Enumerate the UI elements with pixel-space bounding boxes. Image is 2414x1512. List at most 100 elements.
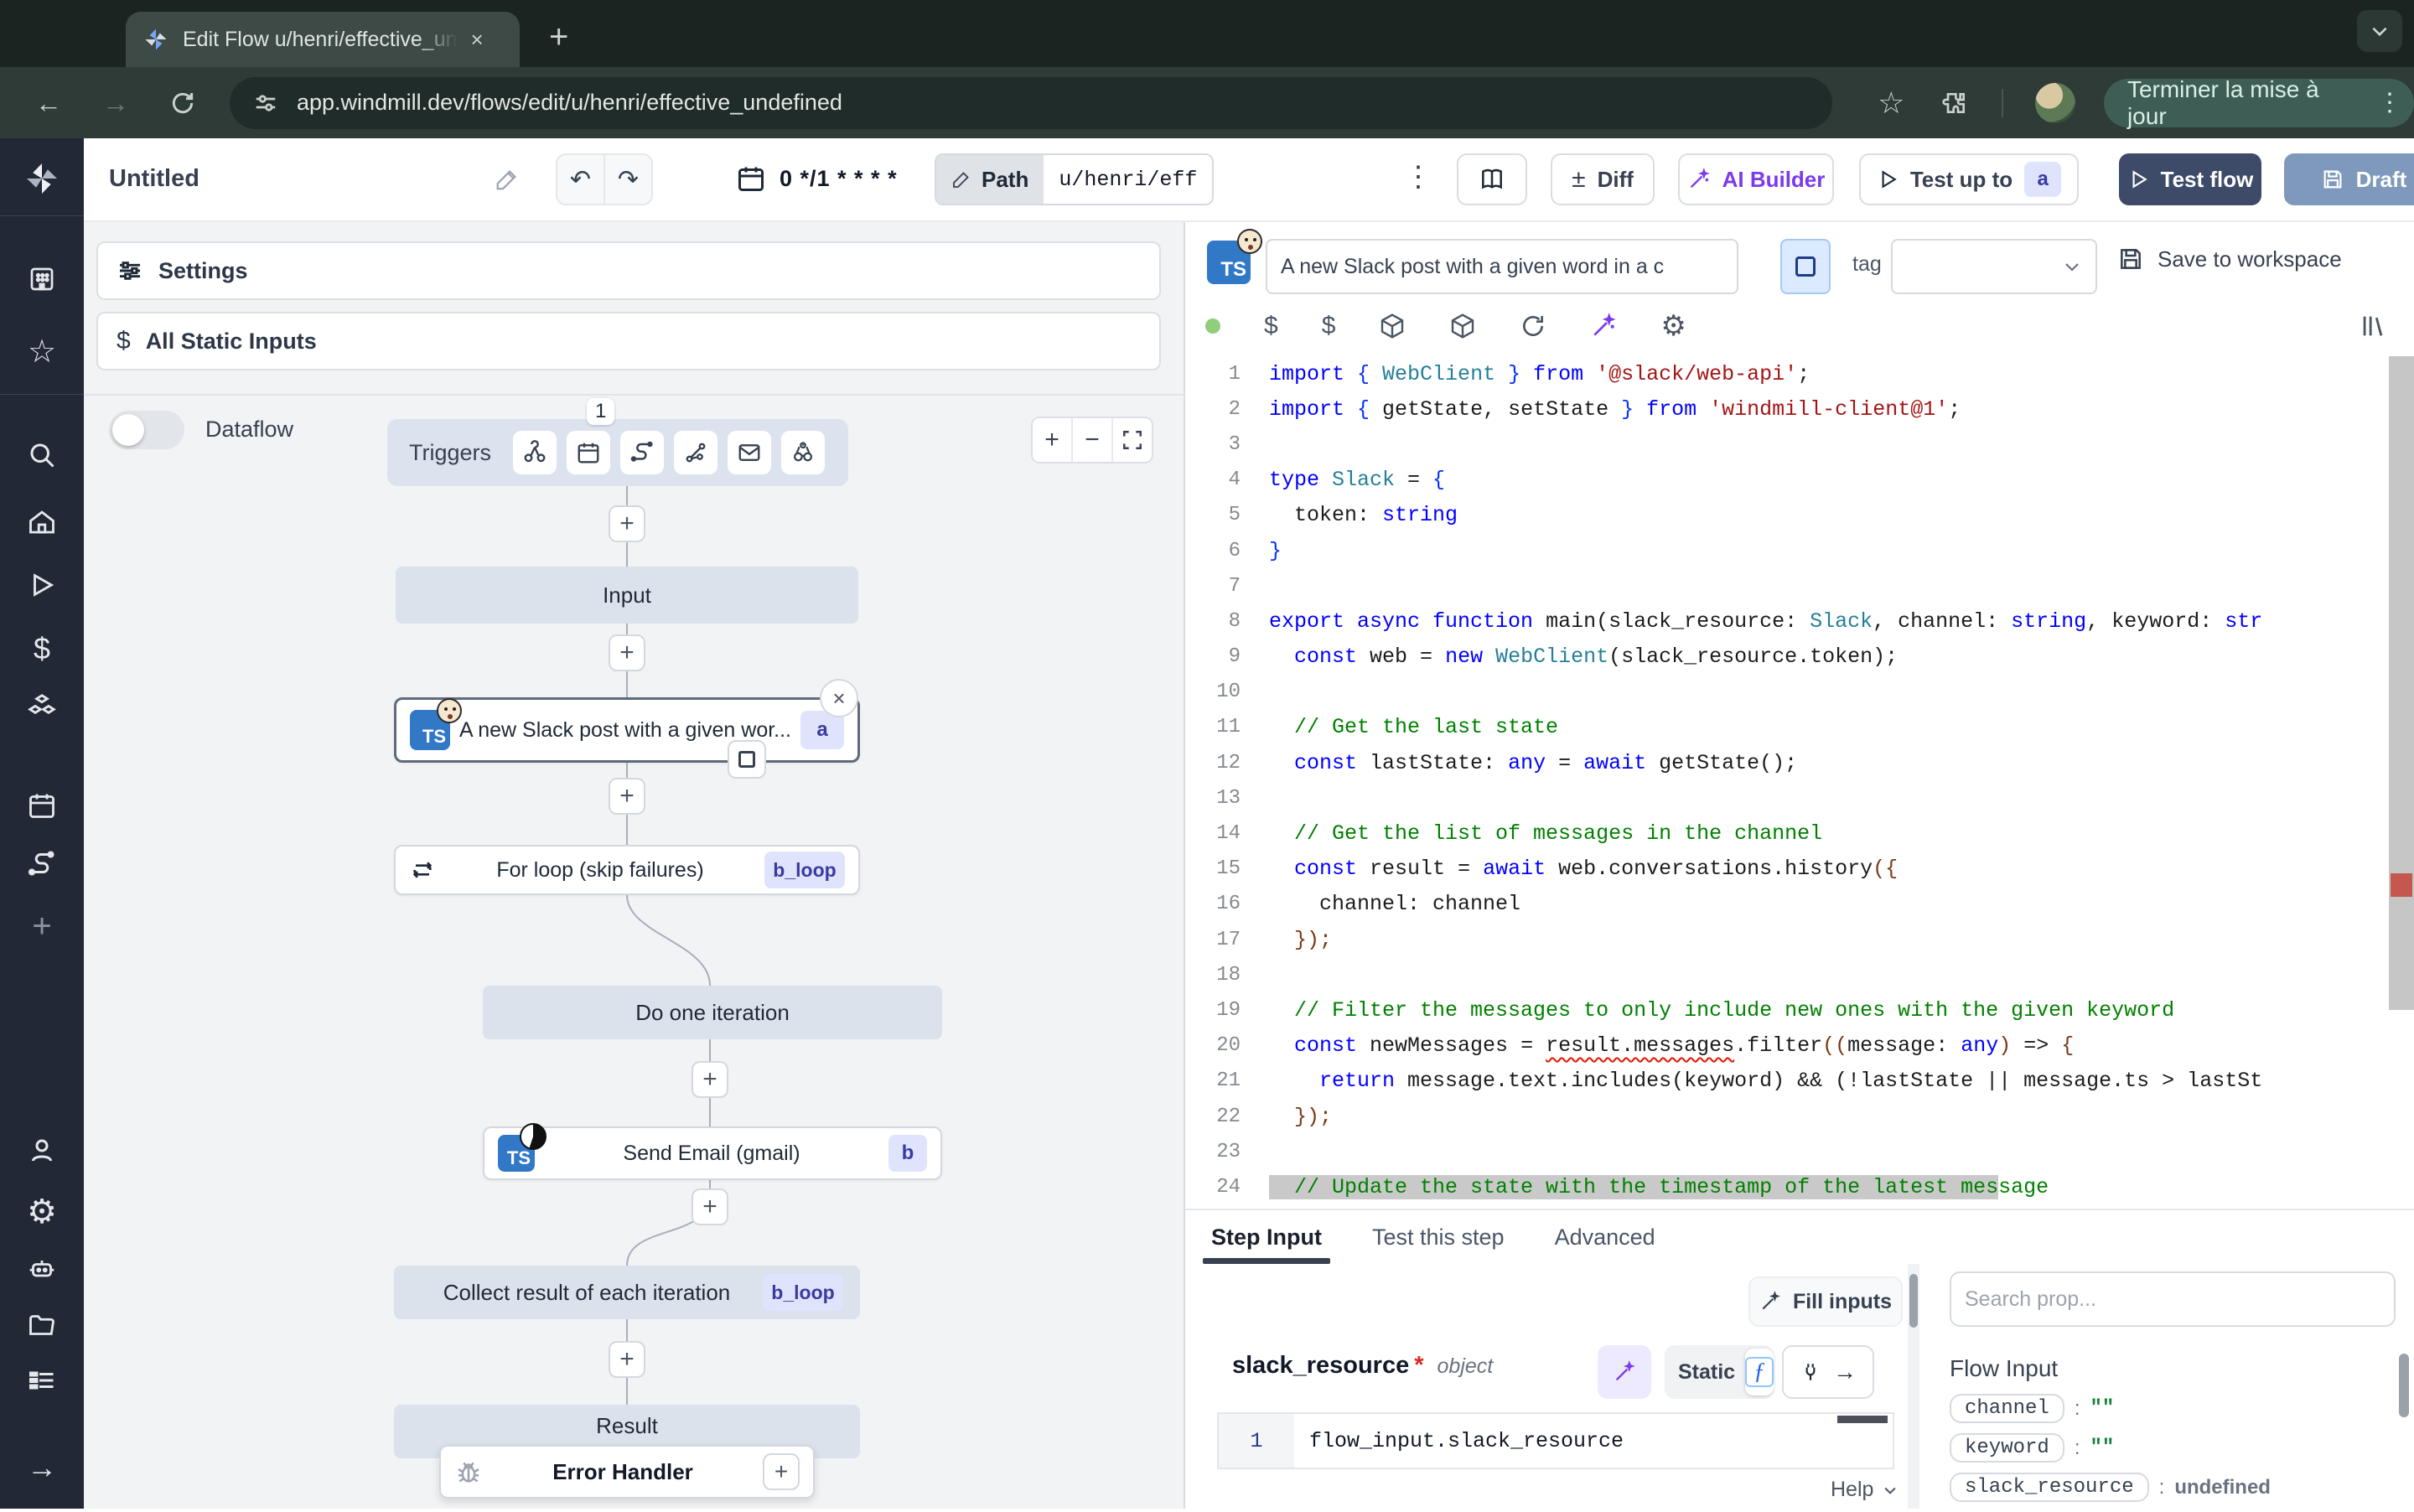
- sidebar-item-resources[interactable]: [0, 691, 84, 723]
- code-line[interactable]: 13: [1185, 780, 2414, 816]
- sidebar-item-worker-groups[interactable]: [0, 1365, 84, 1395]
- test-up-to-button[interactable]: Test up to a: [1859, 153, 2079, 205]
- code-line[interactable]: 24 // Update the state with the timestam…: [1185, 1169, 2414, 1204]
- sidebar-item-runs[interactable]: [0, 571, 84, 599]
- code-line[interactable]: 5 token: string: [1185, 498, 2414, 533]
- save-to-workspace-button[interactable]: Save to workspace: [2117, 246, 2342, 272]
- prop-chip[interactable]: slack_resource: [1950, 1473, 2149, 1502]
- edit-name-pencil-icon[interactable]: [495, 167, 520, 192]
- flow-input-entry[interactable]: slack_resource:undefined: [1950, 1473, 2386, 1502]
- address-bar[interactable]: app.windmill.dev/flows/edit/u/henri/effe…: [230, 77, 1832, 129]
- variables-dollar-icon[interactable]: $: [1264, 312, 1278, 340]
- schedule-calendar-icon[interactable]: [736, 163, 766, 194]
- add-step-button[interactable]: +: [609, 778, 645, 815]
- ai-builder-button[interactable]: AI Builder: [1678, 153, 1834, 205]
- redo-button[interactable]: ↷: [605, 155, 651, 204]
- node-error-handler[interactable]: Error Handler +: [439, 1445, 815, 1499]
- code-editor[interactable]: 1import { WebClient } from '@slack/web-a…: [1185, 356, 2414, 1207]
- delete-step-button[interactable]: ×: [820, 679, 858, 717]
- sidebar-item-schedules[interactable]: [0, 790, 84, 821]
- browser-menu-kebab-icon[interactable]: ⋮: [2377, 88, 2402, 117]
- add-step-button[interactable]: +: [609, 634, 645, 671]
- code-line[interactable]: 12 const lastState: any = await getState…: [1185, 745, 2414, 780]
- undo-button[interactable]: ↶: [557, 155, 605, 204]
- library-icon[interactable]: [2359, 312, 2387, 340]
- step-summary-input[interactable]: A new Slack post with a given word in a …: [1266, 239, 1738, 294]
- docs-book-button[interactable]: [1457, 153, 1527, 205]
- node-collect-result[interactable]: Collect result of each iteration b_loop: [394, 1266, 860, 1319]
- package-icon[interactable]: [1449, 313, 1476, 339]
- flow-name[interactable]: Untitled: [109, 165, 199, 193]
- save-draft-button[interactable]: Draft: [2284, 153, 2414, 205]
- extensions-icon[interactable]: [1941, 90, 1968, 117]
- ai-fill-wand-button[interactable]: [1598, 1345, 1651, 1399]
- code-line[interactable]: 9 const web = new WebClient(slack_resour…: [1185, 639, 2414, 675]
- early-stop-square-button[interactable]: [728, 740, 766, 779]
- sidebar-item-workspace[interactable]: [0, 264, 84, 294]
- help-toggle[interactable]: Help: [1831, 1478, 1899, 1502]
- code-line[interactable]: 17 });: [1185, 922, 2414, 957]
- tab-step-input[interactable]: Step Input: [1211, 1225, 1322, 1251]
- site-settings-icon[interactable]: [253, 91, 278, 116]
- node-slack-step[interactable]: TS A new Slack post with a given wor... …: [394, 697, 860, 763]
- pane-scrollbar[interactable]: [1908, 1264, 1919, 1509]
- bookmark-star-icon[interactable]: ☆: [1878, 88, 1904, 118]
- code-line[interactable]: 6}: [1185, 533, 2414, 568]
- code-line[interactable]: 10: [1185, 675, 2414, 710]
- code-line[interactable]: 23: [1185, 1134, 2414, 1169]
- node-forloop[interactable]: For loop (skip failures) b_loop: [394, 845, 860, 895]
- code-line[interactable]: 1import { WebClient } from '@slack/web-a…: [1185, 356, 2414, 391]
- add-step-button[interactable]: +: [609, 505, 645, 542]
- flow-input-entry[interactable]: channel:"": [1950, 1394, 2386, 1423]
- reload-icon[interactable]: [169, 90, 196, 117]
- static-expr-toggle[interactable]: Static ƒ: [1665, 1345, 1774, 1399]
- fill-inputs-button[interactable]: Fill inputs: [1748, 1276, 1903, 1327]
- add-step-button[interactable]: +: [692, 1061, 728, 1098]
- code-line[interactable]: 15 const result = await web.conversation…: [1185, 852, 2414, 887]
- concurrency-checkbox-button[interactable]: [1780, 239, 1831, 294]
- tag-select[interactable]: [1891, 239, 2097, 294]
- cron-schedule-text[interactable]: 0 */1 * * * *: [780, 166, 898, 192]
- sidebar-item-favorites[interactable]: ☆: [0, 333, 84, 370]
- code-line[interactable]: 2import { getState, setState } from 'win…: [1185, 391, 2414, 427]
- code-line[interactable]: 21 return message.text.includes(keyword)…: [1185, 1064, 2414, 1099]
- code-line[interactable]: 11 // Get the last state: [1185, 710, 2414, 745]
- sidebar-item-users[interactable]: [0, 1136, 84, 1166]
- code-line[interactable]: 8export async function main(slack_resour…: [1185, 603, 2414, 639]
- toolbar-kebab-icon[interactable]: ⋮: [1404, 160, 1432, 194]
- editor-scrollbar[interactable]: [2389, 356, 2414, 1010]
- code-line[interactable]: 22 });: [1185, 1099, 2414, 1134]
- tab-close-icon[interactable]: ×: [471, 28, 484, 50]
- ai-wand-icon[interactable]: [1590, 313, 1617, 339]
- code-line[interactable]: 14 // Get the list of messages in the ch…: [1185, 816, 2414, 851]
- props-scrollbar[interactable]: [2399, 1354, 2409, 1417]
- code-line[interactable]: 7: [1185, 568, 2414, 603]
- sidebar-item-variables[interactable]: $: [0, 631, 84, 666]
- avatar[interactable]: [2035, 83, 2075, 123]
- sidebar-item-folders[interactable]: [0, 1310, 84, 1340]
- node-do-one-iteration[interactable]: Do one iteration: [483, 986, 942, 1039]
- node-send-email[interactable]: TS Send Email (gmail) b: [483, 1126, 942, 1180]
- window-chevron-icon[interactable]: [2357, 10, 2402, 52]
- code-line[interactable]: 20 const newMessages = result.messages.f…: [1185, 1028, 2414, 1064]
- sidebar-item-settings-gear-icon[interactable]: ⚙: [0, 1193, 84, 1231]
- node-input[interactable]: Input: [396, 567, 858, 624]
- package-icon[interactable]: [1379, 313, 1406, 339]
- connect-plug-button[interactable]: →: [1782, 1345, 1874, 1399]
- search-icon[interactable]: [0, 440, 84, 470]
- add-error-handler-button[interactable]: +: [763, 1453, 800, 1490]
- code-line[interactable]: 3: [1185, 427, 2414, 462]
- search-prop-input[interactable]: Search prop...: [1950, 1271, 2396, 1327]
- function-mode-button[interactable]: ƒ: [1745, 1349, 1774, 1395]
- browser-tab[interactable]: Edit Flow u/henri/effective_un ×: [126, 12, 520, 67]
- tab-test-this-step[interactable]: Test this step: [1372, 1225, 1505, 1251]
- sidebar-item-http-routes[interactable]: [0, 851, 84, 881]
- code-line[interactable]: 16 channel: channel: [1185, 887, 2414, 922]
- code-line[interactable]: 4type Slack = {: [1185, 463, 2414, 498]
- expr-text[interactable]: flow_input.slack_resource: [1294, 1414, 1893, 1468]
- sidebar-item-home[interactable]: [0, 507, 84, 537]
- prop-chip[interactable]: channel: [1950, 1394, 2064, 1423]
- code-line[interactable]: 19 // Filter the messages to only includ…: [1185, 992, 2414, 1028]
- windmill-logo-icon[interactable]: [0, 159, 84, 198]
- sidebar-item-ai-robot-icon[interactable]: [0, 1253, 84, 1283]
